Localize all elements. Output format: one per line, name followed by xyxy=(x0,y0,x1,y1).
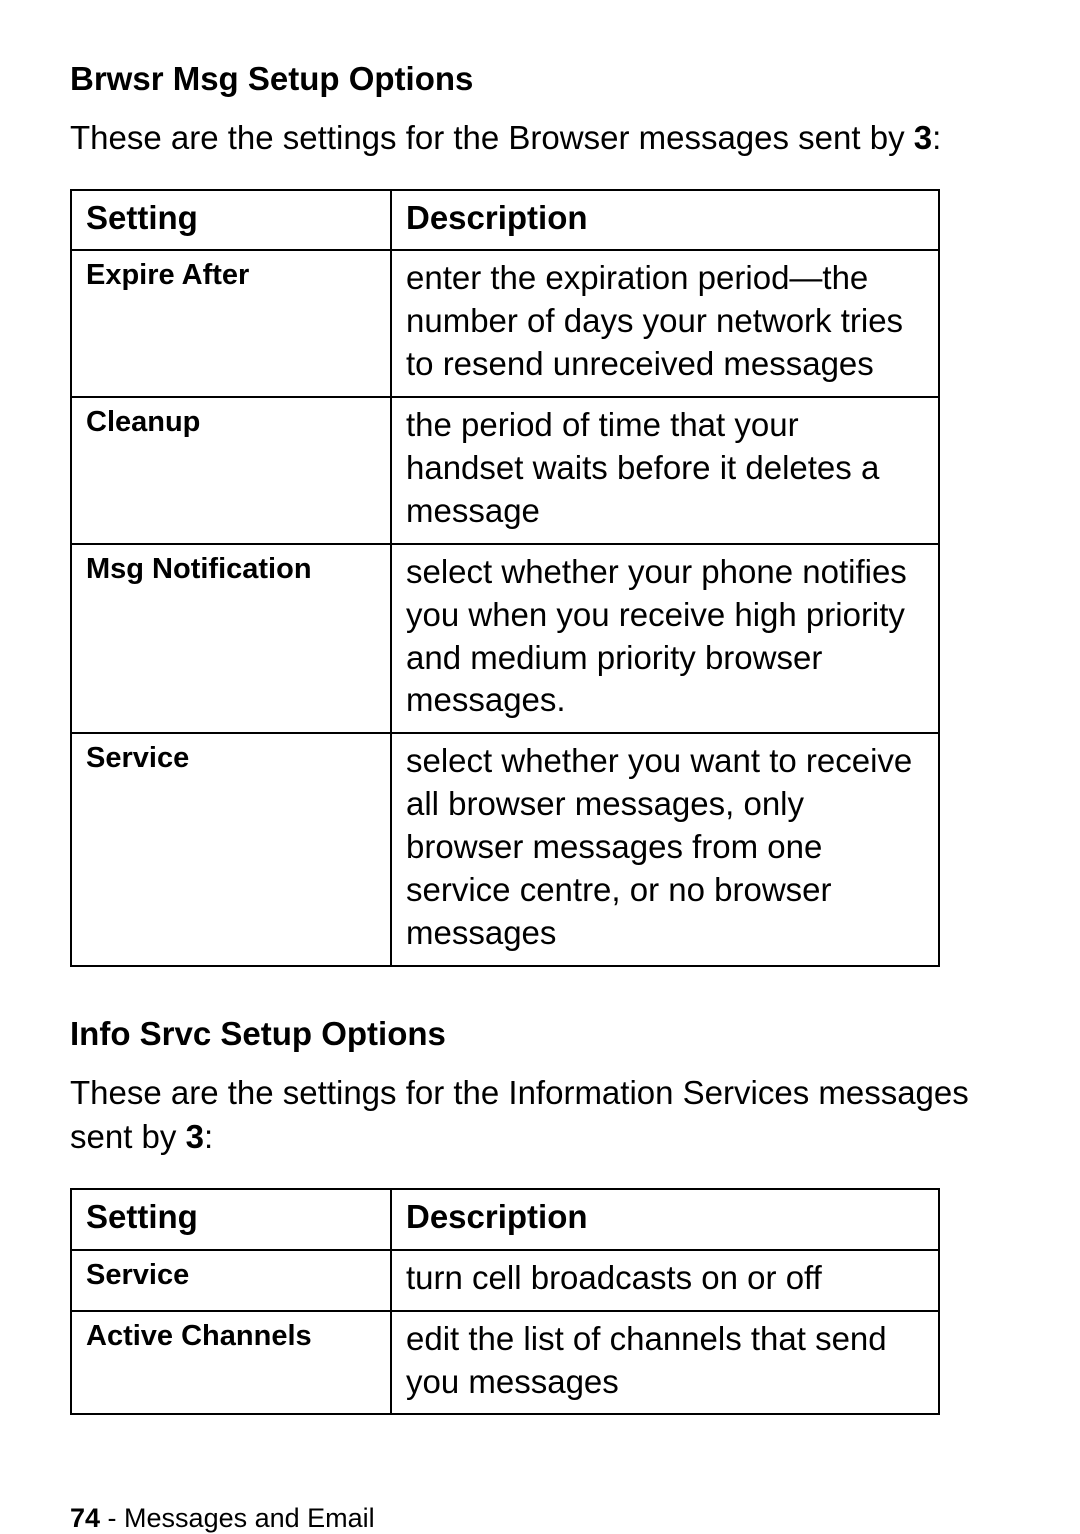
table-header-row: Setting Description xyxy=(71,190,939,251)
brand-name: 3 xyxy=(186,1118,204,1155)
page-number: 74 xyxy=(70,1503,100,1533)
page: Brwsr Msg Setup Options These are the se… xyxy=(0,0,1080,1525)
setting-description: select whether you want to receive all b… xyxy=(391,733,939,965)
intro-suffix: : xyxy=(932,119,941,156)
setting-description: edit the list of channels that send you … xyxy=(391,1311,939,1415)
table-row: Msg Notification select whether your pho… xyxy=(71,544,939,734)
setting-description: select whether your phone notifies you w… xyxy=(391,544,939,734)
setting-description: enter the expiration period—the number o… xyxy=(391,250,939,397)
chapter-name: Messages and Email xyxy=(124,1503,375,1533)
setting-name: Cleanup xyxy=(71,397,391,544)
content-area: Brwsr Msg Setup Options These are the se… xyxy=(70,60,1010,1463)
info-srvc-intro: These are the settings for the Informati… xyxy=(70,1071,1010,1160)
col-header-description: Description xyxy=(391,190,939,251)
col-header-description: Description xyxy=(391,1189,939,1250)
table-row: Service select whether you want to recei… xyxy=(71,733,939,965)
info-srvc-table: Setting Description Service turn cell br… xyxy=(70,1188,940,1416)
info-srvc-heading: Info Srvc Setup Options xyxy=(70,1015,1010,1053)
setting-description: turn cell broadcasts on or off xyxy=(391,1250,939,1311)
table-header-row: Setting Description xyxy=(71,1189,939,1250)
table-row: Active Channels edit the list of channel… xyxy=(71,1311,939,1415)
intro-suffix: : xyxy=(204,1118,213,1155)
setting-name: Expire After xyxy=(71,250,391,397)
brand-name: 3 xyxy=(914,119,932,156)
table-row: Cleanup the period of time that your han… xyxy=(71,397,939,544)
setting-description: the period of time that your handset wai… xyxy=(391,397,939,544)
setting-name: Service xyxy=(71,1250,391,1311)
table-row: Service turn cell broadcasts on or off xyxy=(71,1250,939,1311)
setting-name: Service xyxy=(71,733,391,965)
intro-text: These are the settings for the Browser m… xyxy=(70,119,914,156)
brwsr-msg-table: Setting Description Expire After enter t… xyxy=(70,189,940,967)
page-footer: 74 - Messages and Email xyxy=(70,1463,1010,1534)
brwsr-msg-intro: These are the settings for the Browser m… xyxy=(70,116,1010,161)
table-row: Expire After enter the expiration period… xyxy=(71,250,939,397)
col-header-setting: Setting xyxy=(71,1189,391,1250)
setting-name: Active Channels xyxy=(71,1311,391,1415)
brwsr-msg-heading: Brwsr Msg Setup Options xyxy=(70,60,1010,98)
setting-name: Msg Notification xyxy=(71,544,391,734)
footer-separator: - xyxy=(100,1503,124,1533)
col-header-setting: Setting xyxy=(71,190,391,251)
